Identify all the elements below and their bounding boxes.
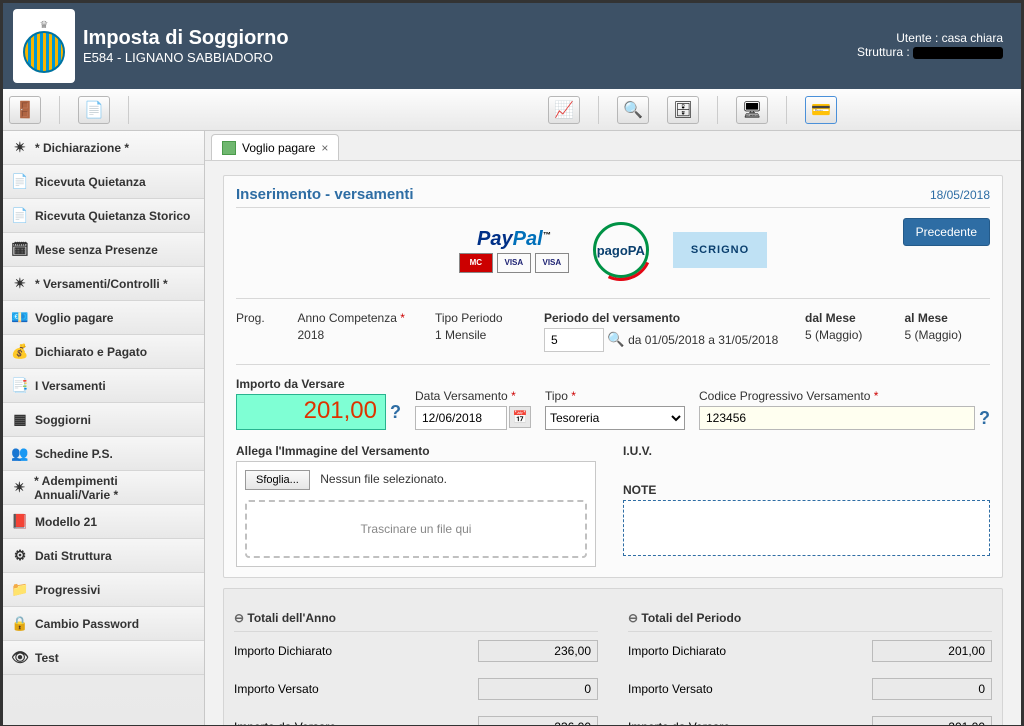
toolbar-card-icon[interactable]: 💳	[805, 96, 837, 124]
table-icon: ▦	[11, 411, 29, 429]
totali-periodo-head[interactable]: Totali del Periodo	[628, 605, 992, 632]
periodo-dichiarato-val	[872, 640, 992, 662]
sidebar-item-modello21[interactable]: 📕Modello 21	[3, 505, 204, 539]
app-title: Imposta di Soggiorno	[83, 27, 289, 50]
sidebar-item-schedine[interactable]: 👥Schedine P.S.	[3, 437, 204, 471]
anno-dichiarato-val	[478, 640, 598, 662]
header-user-info: Utente : casa chiara Struttura :	[857, 31, 1003, 59]
doc-icon: 📄	[11, 173, 29, 191]
close-icon[interactable]: ×	[321, 141, 328, 155]
help-icon[interactable]: ?	[979, 408, 990, 429]
al-mese-label: al Mese	[905, 311, 991, 325]
no-file-label: Nessun file selezionato.	[320, 472, 447, 486]
sidebar-item-ricevuta-storico[interactable]: 📄Ricevuta Quietanza Storico	[3, 199, 204, 233]
importo-label: Importo da Versare	[236, 377, 401, 391]
prog-label: Prog.	[236, 311, 284, 325]
sidebar-item-soggiorni[interactable]: ▦Soggiorni	[3, 403, 204, 437]
sidebar-nav: ✴* Dichiarazione * 📄Ricevuta Quietanza 📄…	[3, 131, 205, 725]
toolbar-stats-icon[interactable]: 📈	[548, 96, 580, 124]
sidebar-item-progressivi[interactable]: 📁Progressivi	[3, 573, 204, 607]
dal-mese-label: dal Mese	[805, 311, 891, 325]
toolbar-network-icon[interactable]: 🖥	[736, 96, 768, 124]
codice-progressivo-input[interactable]	[699, 406, 975, 430]
totali-anno-head[interactable]: Totali dell'Anno	[234, 605, 598, 632]
allega-label: Allega l'Immagine del Versamento	[236, 444, 603, 458]
sidebar-item-test[interactable]: 👁Test	[3, 641, 204, 675]
calendar-icon[interactable]: 📅	[509, 406, 531, 428]
payment-logos-row: PayPal™ MC VISA VISA pagoPA SCRIGNO Prec…	[236, 208, 990, 292]
structure-label: Struttura :	[857, 45, 910, 59]
header-title-block: Imposta di Soggiorno E584 - LIGNANO SABB…	[83, 9, 289, 65]
list-icon: 📑	[11, 377, 29, 395]
sidebar-item-voglio-pagare[interactable]: 💶Voglio pagare	[3, 301, 204, 335]
tab-voglio-pagare[interactable]: Voglio pagare ×	[211, 134, 339, 160]
search-icon[interactable]: 🔍	[607, 331, 624, 347]
sidebar-item-i-versamenti[interactable]: 📑I Versamenti	[3, 369, 204, 403]
panel-title: Inserimento - versamenti	[236, 186, 414, 203]
paypal-logo[interactable]: PayPal™ MC VISA VISA	[459, 228, 569, 273]
importo-value: 201,00	[236, 394, 386, 430]
calendar-icon: 🗓	[11, 241, 29, 259]
upload-area: Sfoglia... Nessun file selezionato. Tras…	[236, 461, 596, 567]
municipality-logo: ♛	[13, 9, 75, 83]
periodo-input[interactable]	[544, 328, 604, 352]
anno-daversare-val	[478, 716, 598, 725]
sidebar-item-ricevuta[interactable]: 📄Ricevuta Quietanza	[3, 165, 204, 199]
tipo-periodo-label: Tipo Periodo	[435, 311, 530, 325]
drop-zone[interactable]: Trascinare un file qui	[245, 500, 587, 558]
euro-icon: 💶	[11, 309, 29, 327]
data-versamento-input[interactable]	[415, 406, 507, 430]
doc-icon: 📄	[11, 207, 29, 225]
sidebar-item-versamenti[interactable]: ✴* Versamenti/Controlli *	[3, 267, 204, 301]
scrigno-logo[interactable]: SCRIGNO	[673, 232, 767, 268]
toolbar-server-icon[interactable]: 🗄	[667, 96, 699, 124]
sfoglia-button[interactable]: Sfoglia...	[245, 470, 310, 490]
structure-redacted	[913, 47, 1003, 59]
sidebar-item-adempimenti[interactable]: ✴* Adempimenti Annuali/Varie *	[3, 471, 204, 505]
sidebar-item-cambio-password[interactable]: 🔒Cambio Password	[3, 607, 204, 641]
grid-icon	[222, 141, 236, 155]
periodo-daversare-val	[872, 716, 992, 725]
lock-icon: 🔒	[11, 615, 29, 633]
pdf-icon: 📕	[11, 513, 29, 531]
main-toolbar: 🚪 📄 📈 🔍 🗄 🖥 💳	[3, 89, 1021, 131]
sidebar-item-dichiarazione[interactable]: ✴* Dichiarazione *	[3, 131, 204, 165]
note-textarea[interactable]	[623, 500, 990, 556]
sidebar-item-mese-senza[interactable]: 🗓Mese senza Presenze	[3, 233, 204, 267]
folder-icon: 📁	[11, 581, 29, 599]
sidebar-item-dati-struttura[interactable]: ⚙Dati Struttura	[3, 539, 204, 573]
dal-mese-val: 5 (Maggio)	[805, 328, 862, 342]
note-label: NOTE	[623, 483, 990, 497]
tipo-select[interactable]: Tesoreria	[545, 406, 685, 430]
anno-versato-val	[478, 678, 598, 700]
al-mese-val: 5 (Maggio)	[905, 328, 962, 342]
tab-bar: Voglio pagare ×	[205, 131, 1021, 161]
app-subtitle: E584 - LIGNANO SABBIADORO	[83, 50, 289, 65]
star-icon: ✴	[11, 139, 29, 157]
pagopa-logo[interactable]: pagoPA	[593, 222, 649, 278]
gear-icon: ⚙	[11, 547, 29, 565]
toolbar-report-icon[interactable]: 📄	[78, 96, 110, 124]
periodo-label: Periodo del versamento	[544, 311, 791, 325]
people-icon: 👥	[11, 445, 29, 463]
help-icon[interactable]: ?	[390, 402, 401, 423]
panel-date: 18/05/2018	[930, 188, 990, 202]
star-icon: ✴	[11, 479, 28, 497]
toolbar-exit-icon[interactable]: 🚪	[9, 96, 41, 124]
sidebar-item-dichiarato-pagato[interactable]: 💰Dichiarato e Pagato	[3, 335, 204, 369]
star-icon: ✴	[11, 275, 29, 293]
iuv-label: I.U.V.	[623, 444, 990, 458]
anno-val: 2018	[298, 328, 325, 342]
user-label: Utente : casa chiara	[857, 31, 1003, 45]
periodo-versato-val	[872, 678, 992, 700]
main-content: Voglio pagare × Inserimento - versamenti…	[205, 131, 1021, 725]
app-header: ♛ Imposta di Soggiorno E584 - LIGNANO SA…	[3, 3, 1021, 89]
toolbar-search-icon[interactable]: 🔍	[617, 96, 649, 124]
periodo-range: da 01/05/2018 a 31/05/2018	[628, 333, 778, 347]
precedente-button[interactable]: Precedente	[903, 218, 990, 246]
tipo-periodo-val: 1 Mensile	[435, 328, 486, 342]
money-icon: 💰	[11, 343, 29, 361]
eye-icon: 👁	[11, 649, 29, 667]
